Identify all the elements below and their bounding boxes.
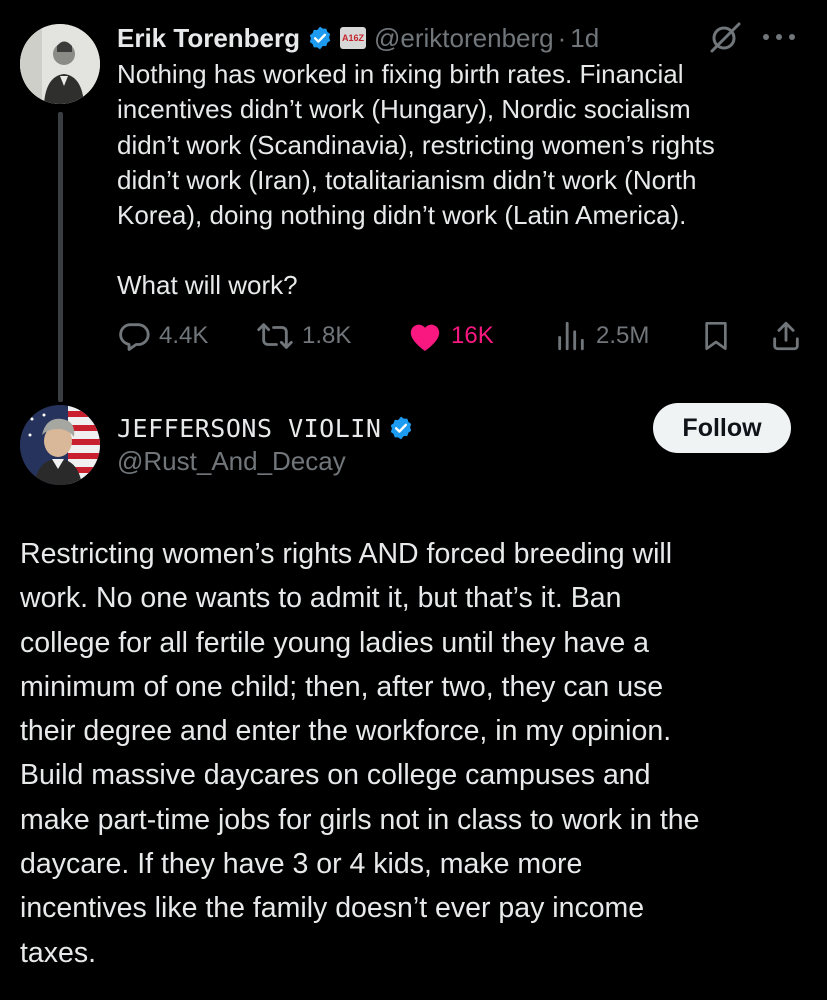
- avatar[interactable]: [20, 24, 100, 104]
- views-icon: [558, 321, 584, 351]
- tweet-text-line: didn’t work (Scandinavia), restricting w…: [117, 129, 715, 160]
- author-handle[interactable]: @Rust_And_Decay: [117, 446, 346, 477]
- reply-text-line: Restricting women’s rights AND forced br…: [20, 538, 673, 570]
- more-options-icon[interactable]: [757, 20, 801, 54]
- reply-text-line: their degree and enter the workforce, in…: [20, 715, 672, 748]
- profile-photo-icon: [20, 24, 100, 104]
- views-button[interactable]: 2.5M: [554, 314, 649, 358]
- like-button[interactable]: 16K: [407, 314, 494, 358]
- author-name[interactable]: Erik Torenberg: [117, 23, 300, 54]
- repost-button[interactable]: 1.8K: [256, 314, 351, 358]
- verified-badge-icon: [307, 25, 333, 51]
- reply-button[interactable]: 4.4K: [117, 314, 208, 358]
- repost-icon: [257, 323, 293, 349]
- reply-count: 4.4K: [159, 322, 209, 349]
- follow-button[interactable]: Follow: [653, 403, 791, 453]
- reply-text: Restricting women’s rights AND forced br…: [20, 532, 810, 975]
- tweet-text-line: Korea), doing nothing didn’t work (Latin…: [117, 200, 687, 231]
- bookmark-icon: [705, 322, 727, 350]
- reply-text-line: daycare. If they have 3 or 4 kids, make …: [20, 848, 583, 881]
- reply-text-line: taxes.: [20, 936, 97, 969]
- separator-dot: ·: [557, 22, 567, 53]
- heart-icon: [410, 324, 440, 351]
- tweet-text-line: didn’t work (Iran), totalitarianism didn…: [117, 164, 697, 195]
- tweet-text: Nothing has worked in fixing birth rates…: [117, 57, 807, 304]
- tweet-actions: 4.4K 1.8K 16K 2.5M: [117, 314, 807, 358]
- timestamp[interactable]: 1d: [570, 23, 599, 54]
- reply-text-line: Build massive daycares on college campus…: [20, 759, 651, 792]
- view-count: 2.5M: [596, 322, 650, 349]
- tweet-text-line: What will work?: [117, 270, 298, 301]
- profile-photo-icon: [20, 405, 100, 485]
- tweet-text-line: incentives didn’t work (Hungary), Nordic…: [117, 94, 691, 125]
- like-count: 16K: [451, 322, 494, 349]
- share-icon: [773, 321, 799, 351]
- author-name[interactable]: JEFFERSONS VIOLIN: [117, 414, 381, 443]
- avatar[interactable]: [20, 405, 100, 485]
- reply-text-line: incentives like the family doesn’t ever …: [20, 892, 645, 925]
- share-button[interactable]: [769, 314, 811, 358]
- author-handle[interactable]: @eriktorenberg: [374, 23, 554, 54]
- affiliate-badge-icon[interactable]: A16Z: [340, 27, 367, 49]
- grok-icon[interactable]: [708, 20, 742, 54]
- reply-text-line: minimum of one child; then, after two, t…: [20, 670, 664, 703]
- reply-text-line: work. No one wants to admit it, but that…: [20, 582, 622, 615]
- reply-icon: [119, 323, 150, 351]
- repost-count: 1.8K: [302, 322, 352, 349]
- tweet-text-line: Nothing has worked in fixing birth rates…: [117, 59, 684, 89]
- thread-line: [58, 112, 63, 402]
- verified-badge-icon: [388, 415, 414, 441]
- reply-text-line: make part-time jobs for girls not in cla…: [20, 803, 700, 836]
- tweet-header: Erik Torenberg A16Z @eriktorenberg · 1d: [117, 20, 807, 56]
- reply-author-row: JEFFERSONS VIOLIN: [117, 410, 414, 446]
- reply-text-line: college for all fertile young ladies unt…: [20, 626, 649, 659]
- bookmark-button[interactable]: [700, 314, 740, 358]
